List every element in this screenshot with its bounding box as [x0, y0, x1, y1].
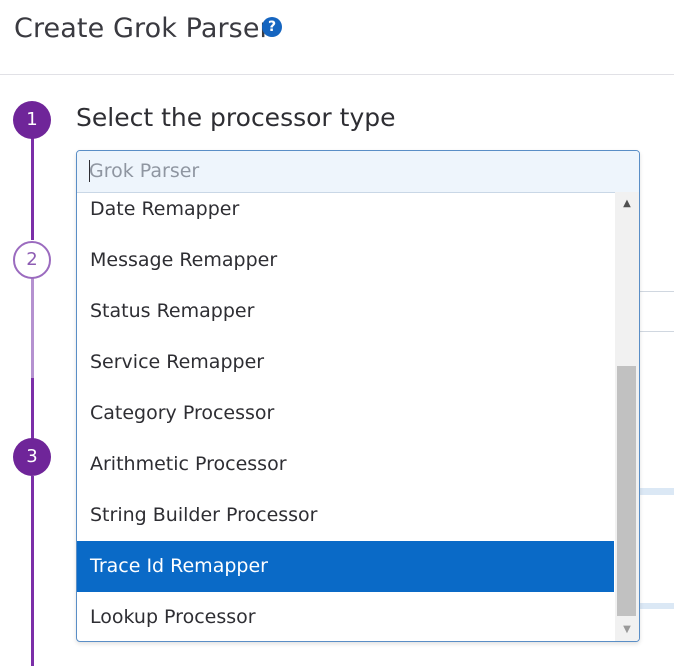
step-1-title: Select the processor type [76, 103, 396, 132]
text-caret [89, 160, 90, 182]
processor-type-select[interactable]: Date Remapper Message Remapper Status Re… [76, 150, 640, 642]
option-message-remapper[interactable]: Message Remapper [77, 235, 614, 286]
background-field [638, 603, 674, 609]
option-lookup-processor[interactable]: Lookup Processor [77, 592, 614, 641]
option-date-remapper[interactable]: Date Remapper [77, 192, 614, 235]
scroll-up-arrow-icon[interactable]: ▲ [615, 193, 639, 215]
option-arithmetic-processor[interactable]: Arithmetic Processor [77, 439, 614, 490]
step-connector-2 [31, 278, 34, 378]
options-scrollbar[interactable]: ▲ ▼ [615, 192, 639, 641]
option-string-builder-processor[interactable]: String Builder Processor [77, 490, 614, 541]
background-field [638, 488, 674, 495]
processor-search-input[interactable] [89, 157, 629, 185]
page-header: Create Grok Parser ? [0, 0, 674, 75]
step-connector-3 [31, 476, 34, 666]
scrollbar-thumb[interactable] [617, 366, 636, 616]
processor-search-row[interactable] [77, 151, 639, 193]
option-category-processor[interactable]: Category Processor [77, 388, 614, 439]
option-trace-id-remapper[interactable]: Trace Id Remapper [77, 541, 614, 592]
option-status-remapper[interactable]: Status Remapper [77, 286, 614, 337]
scroll-down-arrow-icon[interactable]: ▼ [615, 619, 639, 641]
step-3-indicator: 3 [13, 438, 51, 476]
step-connector-2b [31, 378, 34, 440]
step-1-indicator: 1 [13, 101, 51, 139]
option-service-remapper[interactable]: Service Remapper [77, 337, 614, 388]
step-2-indicator: 2 [13, 241, 51, 279]
page-title: Create Grok Parser [14, 13, 271, 44]
processor-options-list[interactable]: Date Remapper Message Remapper Status Re… [77, 192, 615, 641]
help-icon[interactable]: ? [262, 17, 282, 37]
step-connector-1 [31, 138, 34, 240]
